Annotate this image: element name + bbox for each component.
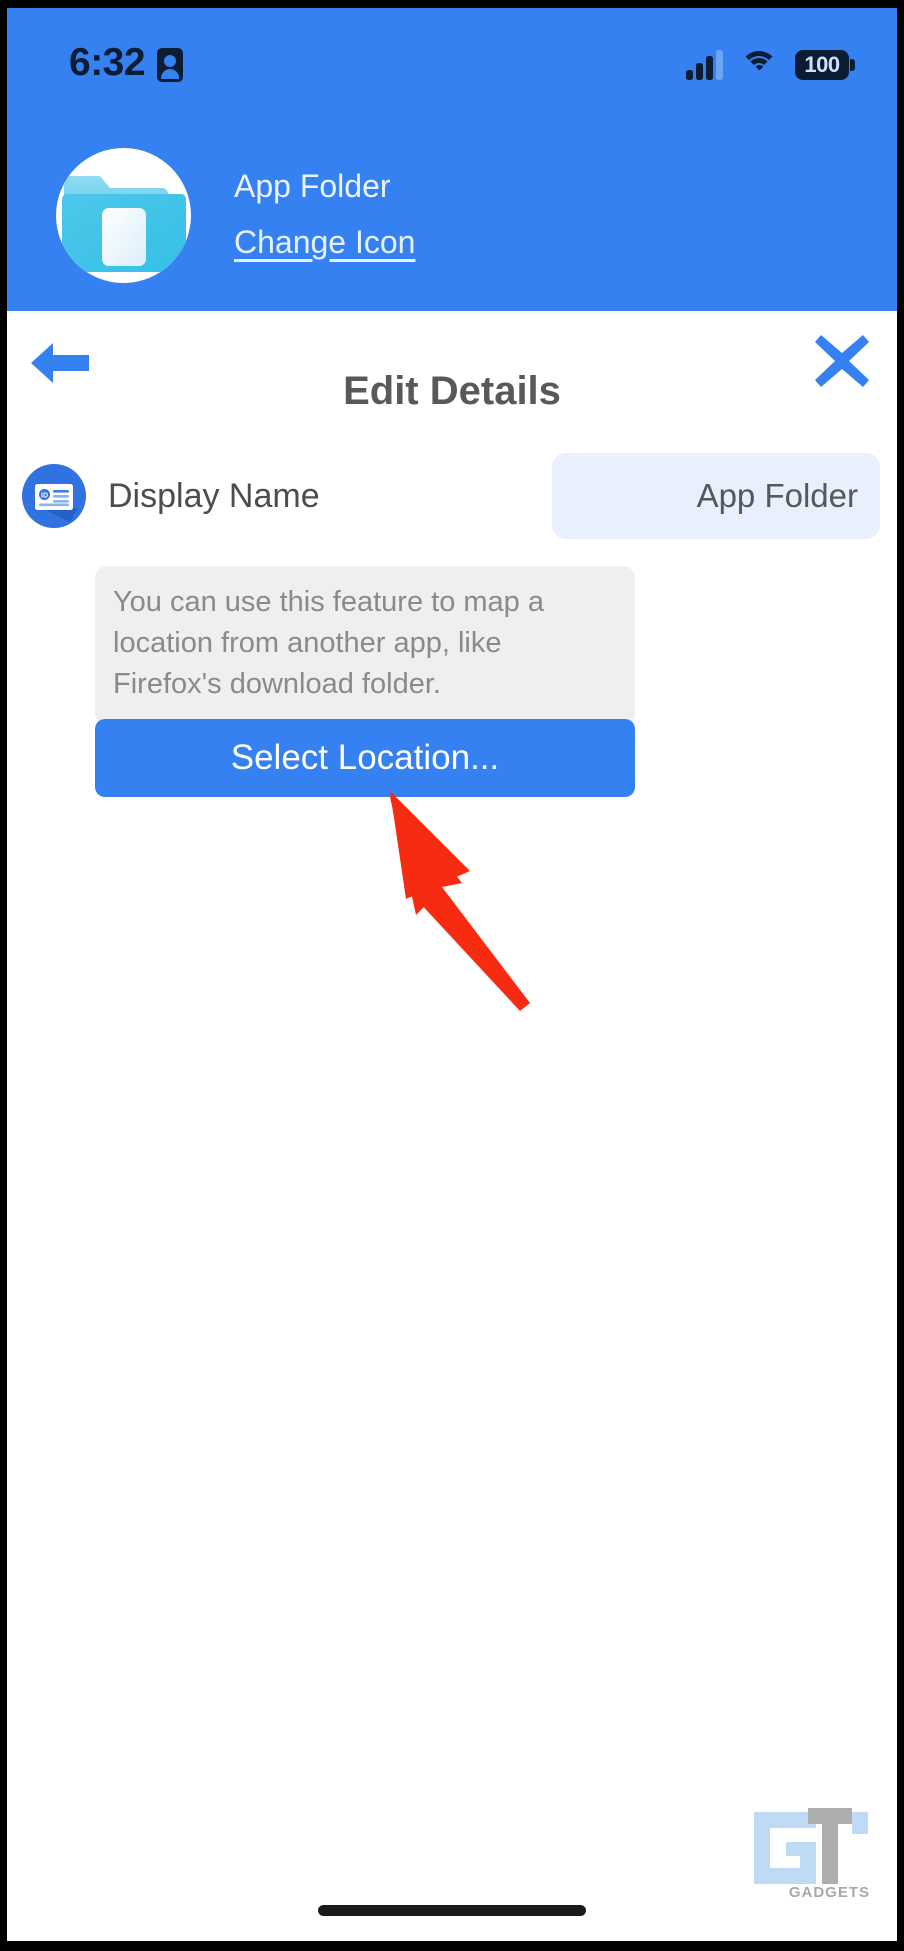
app-identity-block: App Folder Change Icon <box>56 148 415 283</box>
contact-card-icon <box>157 48 184 82</box>
watermark-label: GADGETS <box>788 1884 870 1901</box>
battery-percentage: 100 <box>804 52 840 77</box>
status-bar-clock: 6:32 <box>69 41 146 84</box>
folder-icon-graphic <box>61 175 186 272</box>
device-bezel-left <box>0 0 7 1951</box>
change-icon-link[interactable]: Change Icon <box>234 225 415 259</box>
device-bezel-right <box>897 0 904 1951</box>
folder-app-icon[interactable] <box>56 148 191 283</box>
status-bar-right: 100 <box>686 40 855 90</box>
wifi-icon <box>740 51 778 79</box>
id-card-icon: ID <box>22 464 86 528</box>
display-name-label: Display Name <box>108 476 320 515</box>
app-name-label: App Folder <box>234 167 391 204</box>
svg-text:ID: ID <box>41 493 48 500</box>
display-name-value: App Folder <box>696 477 858 514</box>
status-bar-left: 6:32 <box>69 38 184 88</box>
cellular-signal-icon <box>686 50 723 80</box>
device-bezel-bottom <box>0 1941 904 1951</box>
battery-icon: 100 <box>795 50 855 80</box>
hint-box: You can use this feature to map a locati… <box>95 566 635 725</box>
page-title: Edit Details <box>343 369 561 413</box>
home-indicator <box>318 1905 586 1916</box>
sheet-toolbar: Edit Details <box>7 311 897 441</box>
display-name-input[interactable]: App Folder <box>552 453 880 539</box>
status-bar: 6:32 100 <box>7 38 897 92</box>
display-name-row: ID Display Name App Folder <box>7 453 897 539</box>
phone-screen: 6:32 100 App Folder Change Icon Edit Det… <box>0 0 904 1951</box>
device-bezel-top <box>0 0 904 8</box>
id-card-icon-graphic: ID <box>35 484 78 522</box>
edit-details-sheet: Edit Details ID Display Name App Folder … <box>7 311 897 1943</box>
select-location-button[interactable]: Select Location... <box>95 719 635 797</box>
app-header-banner: 6:32 100 App Folder Change Icon <box>7 8 897 311</box>
close-x-icon[interactable] <box>812 331 872 391</box>
hint-text: You can use this feature to map a locati… <box>113 586 544 700</box>
app-identity-text: App Folder Change Icon <box>234 169 415 263</box>
